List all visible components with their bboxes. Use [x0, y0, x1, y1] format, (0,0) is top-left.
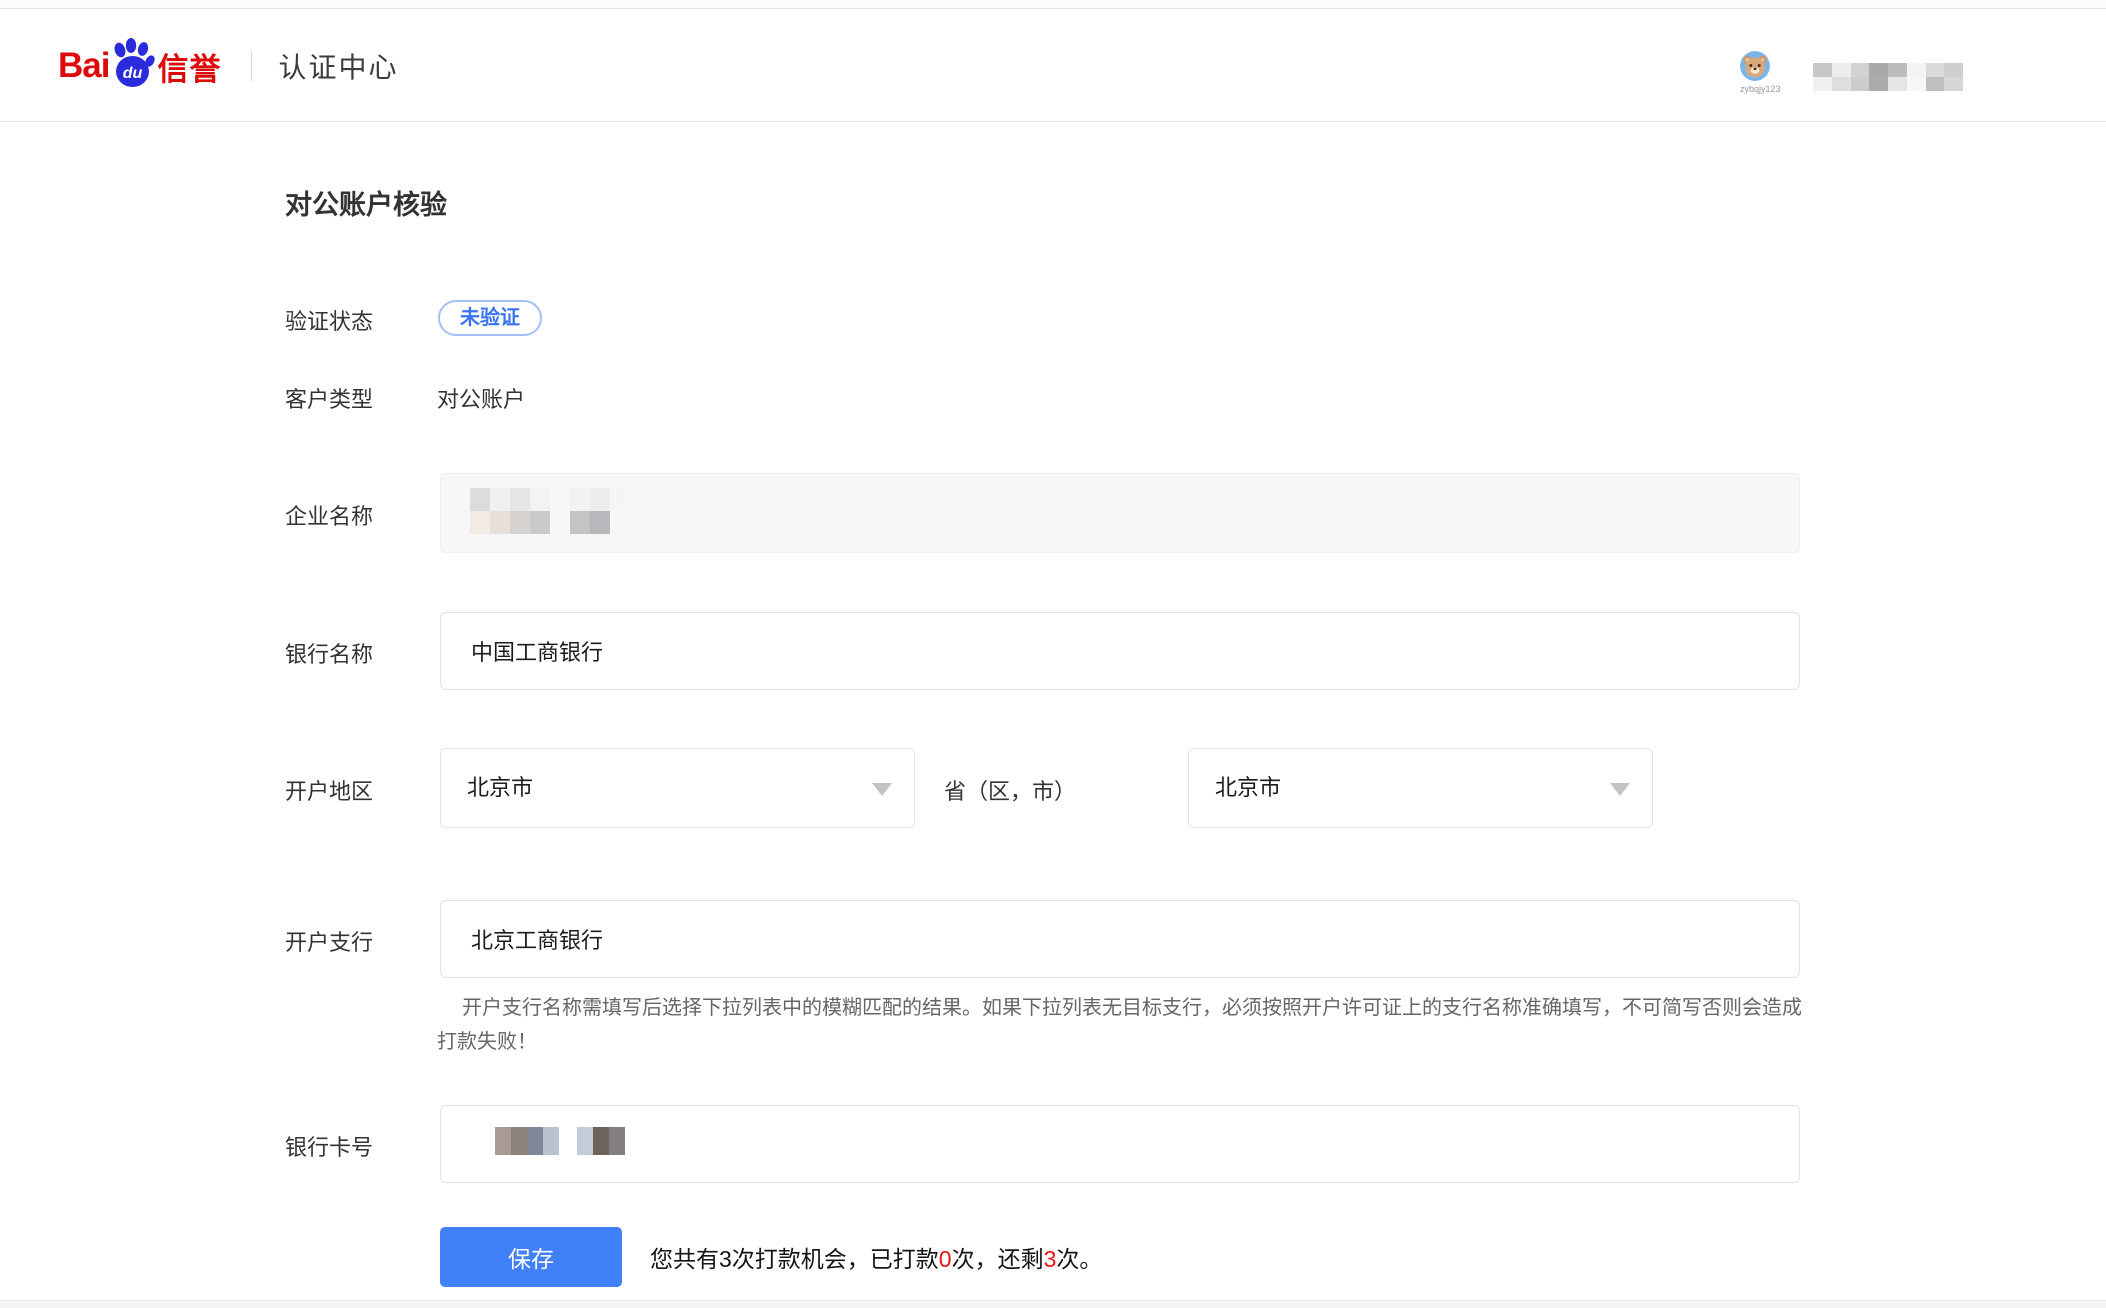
footer-strip	[0, 1300, 2106, 1308]
city-select[interactable]: 北京市	[1188, 748, 1653, 828]
logo-bai-text: Bai	[58, 46, 109, 86]
region-label: 开户地区	[285, 774, 373, 806]
header-divider	[251, 51, 252, 81]
page: Bai du 信誉 认证中心	[0, 0, 2106, 1308]
bank-name-input[interactable]	[440, 612, 1800, 690]
user-menu[interactable]: zybqjy123	[1740, 51, 1770, 94]
header: Bai du 信誉 认证中心	[0, 10, 2106, 122]
header-title: 认证中心	[278, 46, 398, 86]
city-select-value: 北京市	[1215, 775, 1281, 800]
remit-note-seg3: 次。	[1056, 1246, 1102, 1272]
branch-hint: 开户支行名称需填写后选择下拉列表中的模糊匹配的结果。如果下拉列表无目标支行，必须…	[437, 991, 1809, 1059]
branch-label: 开户支行	[285, 925, 373, 957]
province-select[interactable]: 北京市	[440, 748, 915, 828]
company-name-field	[440, 473, 1800, 553]
status-label: 验证状态	[285, 304, 373, 336]
bank-name-label: 银行名称	[285, 637, 373, 669]
customer-type-label: 客户类型	[285, 382, 373, 414]
username-label: zybqjy123	[1740, 84, 1770, 94]
user-avatar[interactable]	[1740, 51, 1770, 81]
customer-type-value: 对公账户	[437, 382, 525, 414]
save-button[interactable]: 保存	[440, 1227, 622, 1287]
baidu-paw-icon: du	[111, 38, 155, 88]
status-badge: 未验证	[438, 300, 542, 336]
remit-used-count: 0	[939, 1246, 952, 1272]
logo-du-text: du	[123, 65, 143, 82]
remit-remaining-count: 3	[1044, 1246, 1057, 1272]
redacted-company-name	[470, 488, 630, 534]
region-separator-label: 省（区，市）	[944, 774, 1076, 806]
remit-note-seg1: 您共有3次打款机会，已打款	[650, 1246, 939, 1272]
province-select-value: 北京市	[467, 775, 533, 800]
card-number-input[interactable]	[440, 1105, 1800, 1183]
chevron-down-icon	[1610, 783, 1630, 796]
branch-input[interactable]	[440, 900, 1800, 978]
top-hairline	[0, 0, 2106, 9]
redacted-account-name	[1813, 63, 1963, 91]
chevron-down-icon	[872, 783, 892, 796]
company-name-label: 企业名称	[285, 499, 373, 531]
page-title: 对公账户核验	[285, 183, 447, 222]
logo-brand-text: 信誉	[157, 44, 221, 89]
remit-note-seg2: 次，还剩	[952, 1246, 1044, 1272]
baidu-xinyu-logo[interactable]: Bai du 信誉 认证中心	[58, 10, 398, 122]
card-number-label: 银行卡号	[285, 1130, 373, 1162]
remit-note: 您共有3次打款机会，已打款0次，还剩3次。	[650, 1244, 1102, 1274]
redacted-card-number	[495, 1127, 628, 1155]
bear-avatar-icon	[1740, 51, 1770, 81]
